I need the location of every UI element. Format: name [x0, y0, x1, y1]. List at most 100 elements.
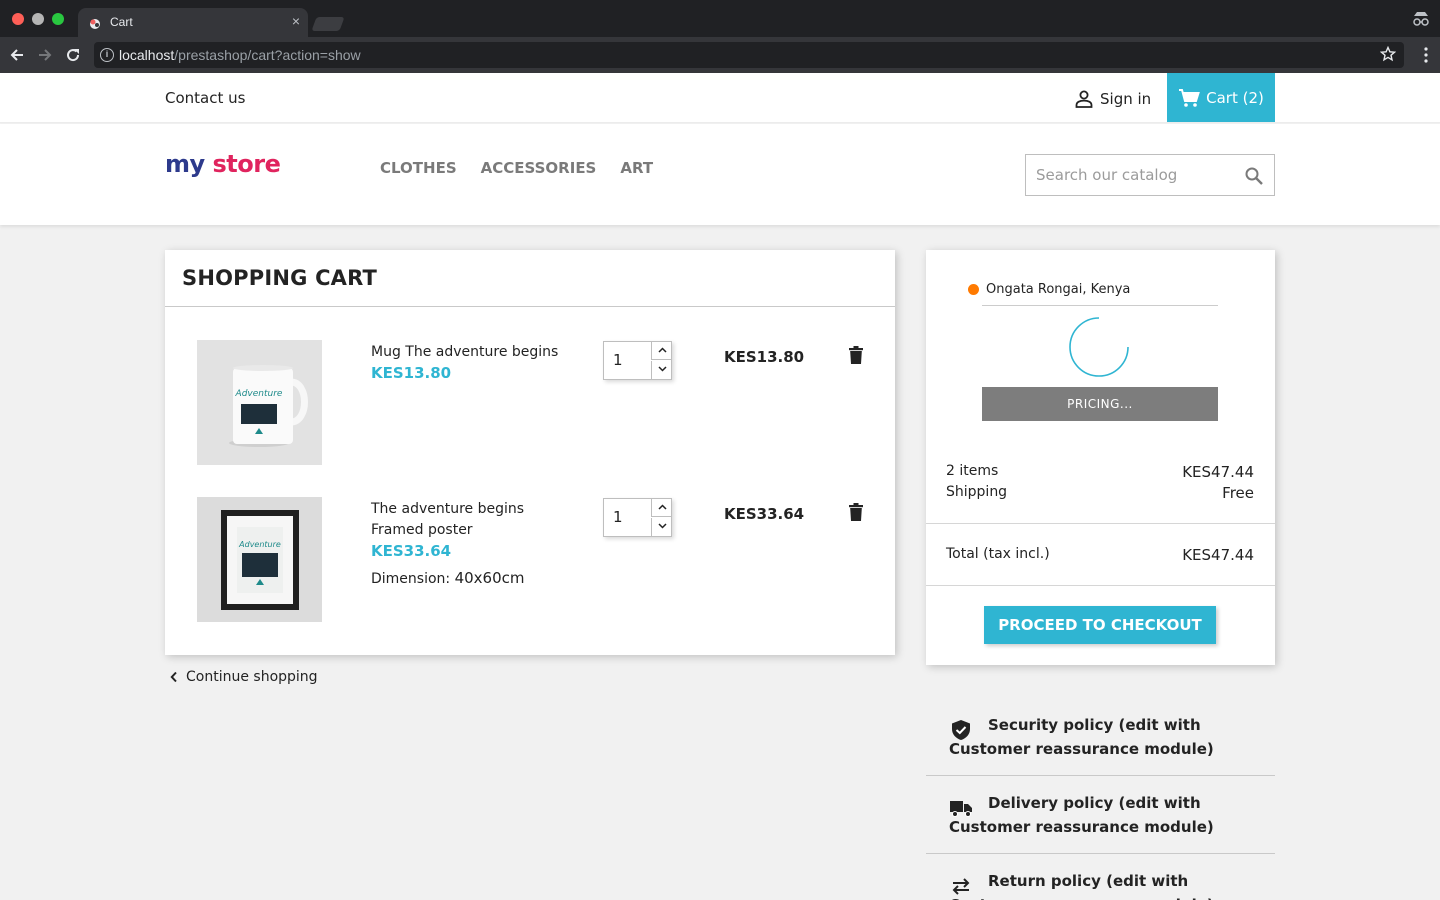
new-tab-button[interactable]: [311, 17, 345, 31]
sign-in-label: Sign in: [1100, 90, 1152, 108]
header-main: my store CLOTHES ACCESSORIES ART: [0, 124, 1440, 225]
shipping-label: Shipping: [946, 484, 1008, 500]
chevron-down-icon: [658, 523, 667, 529]
location-label: Ongata Rongai, Kenya: [986, 282, 1131, 297]
pricing-button[interactable]: PRICING...: [982, 387, 1218, 421]
quantity-input[interactable]: 1: [613, 351, 623, 369]
summary-shipping-row: Shipping Free: [946, 484, 1254, 502]
reassurance-text: Return policy (edit with Customer reassu…: [949, 872, 1214, 900]
chevron-up-icon: [658, 504, 667, 510]
quantity-decrease-button[interactable]: [651, 518, 672, 536]
main-menu: CLOTHES ACCESSORIES ART: [380, 159, 653, 177]
quantity-decrease-button[interactable]: [651, 361, 672, 379]
reassurance-item-delivery: Delivery policy (edit with Customer reas…: [926, 791, 1275, 854]
summary-total-row: Total (tax incl.) KES47.44: [946, 546, 1254, 564]
menu-item-art[interactable]: ART: [620, 159, 653, 177]
total-value: KES47.44: [1182, 546, 1254, 564]
location-dot-icon: [968, 284, 979, 295]
product-attribute: Dimension: 40x60cm: [371, 568, 571, 590]
quantity-input[interactable]: 1: [613, 508, 623, 526]
page: Contact us Sign in Cart (2) my store CLO…: [0, 73, 1440, 900]
header-nav: Contact us Sign in Cart (2): [0, 73, 1440, 123]
shipping-value: Free: [1222, 484, 1254, 502]
cart-icon: [1179, 88, 1200, 107]
cart-button[interactable]: Cart (2): [1167, 73, 1275, 122]
url-text: localhost/prestashop/cart?action=show: [119, 47, 361, 63]
product-name-link[interactable]: The adventure begins Framed poster: [371, 501, 524, 538]
reassurance-item-security: Security policy (edit with Customer reas…: [926, 713, 1275, 776]
chevron-left-icon: [170, 671, 177, 683]
logo-part-2: store: [212, 150, 281, 178]
reload-icon[interactable]: [64, 46, 82, 64]
items-count-label: 2 items: [946, 463, 999, 479]
attribute-label: Dimension:: [371, 571, 451, 587]
contact-us-link[interactable]: Contact us: [165, 89, 245, 107]
chevron-down-icon: [658, 366, 667, 372]
quantity-increase-button[interactable]: [651, 499, 672, 517]
trash-icon[interactable]: [849, 346, 863, 364]
loading-spinner-icon: [1069, 317, 1129, 377]
cart-line: Adventure The adventure begins Framed po…: [165, 497, 895, 627]
tab-close-icon[interactable]: ×: [292, 13, 300, 29]
trash-icon[interactable]: [849, 503, 863, 521]
tab-title: Cart: [110, 15, 133, 29]
forward-arrow-icon[interactable]: [36, 46, 54, 64]
browser-toolbar: i localhost/prestashop/cart?action=show: [0, 37, 1440, 73]
window-close-button[interactable]: [12, 13, 24, 25]
quantity-stepper: 1: [603, 341, 672, 380]
continue-shopping-label: Continue shopping: [186, 669, 318, 685]
summary-items-row: 2 items KES47.44: [946, 463, 1254, 481]
cart-summary-panel: Ongata Rongai, Kenya PRICING... 2 items …: [926, 250, 1275, 665]
product-image-poster[interactable]: Adventure: [197, 497, 322, 622]
svg-text:Adventure: Adventure: [238, 540, 281, 549]
cart-button-label: Cart (2): [1206, 88, 1264, 107]
window-minimize-button[interactable]: [32, 13, 44, 25]
divider: [926, 585, 1275, 586]
reassurance-text: Delivery policy (edit with Customer reas…: [949, 794, 1214, 836]
back-arrow-icon[interactable]: [8, 46, 26, 64]
cart-line: Adventure Mug The adventure begins KES13…: [165, 340, 895, 470]
favicon-icon: [90, 19, 100, 29]
divider: [165, 306, 895, 307]
svg-text:Adventure: Adventure: [235, 389, 283, 399]
address-bar[interactable]: i localhost/prestashop/cart?action=show: [94, 42, 1404, 68]
menu-item-accessories[interactable]: ACCESSORIES: [481, 159, 597, 177]
line-total: KES33.64: [724, 505, 805, 523]
product-info: Mug The adventure begins KES13.80: [371, 342, 571, 384]
incognito-icon: [1413, 12, 1429, 26]
window-zoom-button[interactable]: [52, 13, 64, 25]
logo-part-1: my: [165, 150, 205, 178]
quantity-stepper: 1: [603, 498, 672, 537]
product-name-link[interactable]: Mug The adventure begins: [371, 344, 558, 360]
search-input[interactable]: [1026, 155, 1236, 195]
continue-shopping-link[interactable]: Continue shopping: [170, 669, 318, 685]
attribute-value: 40x60cm: [454, 569, 525, 587]
menu-item-clothes[interactable]: CLOTHES: [380, 159, 457, 177]
shopping-cart-panel: SHOPPING CART Adventure Mug The adventur…: [165, 250, 895, 655]
product-image-mug[interactable]: Adventure: [197, 340, 322, 465]
store-logo[interactable]: my store: [165, 150, 281, 178]
delivery-location[interactable]: Ongata Rongai, Kenya: [968, 282, 1130, 297]
items-subtotal: KES47.44: [1182, 463, 1254, 481]
product-unit-price: KES13.80: [371, 364, 452, 382]
browser-tab-cart[interactable]: Cart ×: [78, 8, 308, 37]
line-total: KES13.80: [724, 348, 805, 366]
divider: [982, 305, 1218, 306]
reassurance-item-return: Return policy (edit with Customer reassu…: [926, 869, 1275, 900]
search-icon[interactable]: [1244, 166, 1264, 186]
browser-menu-icon[interactable]: [1424, 47, 1428, 63]
search-widget: [1025, 154, 1275, 196]
user-icon: [1075, 90, 1093, 108]
proceed-to-checkout-button[interactable]: PROCEED TO CHECKOUT: [984, 606, 1216, 644]
bookmark-star-icon[interactable]: [1380, 46, 1396, 62]
product-info: The adventure begins Framed poster KES33…: [371, 499, 571, 590]
total-label: Total (tax incl.): [946, 546, 1050, 562]
reassurance-text: Security policy (edit with Customer reas…: [949, 716, 1214, 758]
sign-in-link[interactable]: Sign in: [1074, 89, 1151, 109]
site-info-icon[interactable]: i: [100, 48, 114, 62]
quantity-increase-button[interactable]: [651, 342, 672, 360]
cart-title: SHOPPING CART: [182, 266, 378, 290]
browser-tab-bar: Cart ×: [0, 0, 1440, 37]
product-unit-price: KES33.64: [371, 542, 452, 560]
divider: [926, 523, 1275, 524]
